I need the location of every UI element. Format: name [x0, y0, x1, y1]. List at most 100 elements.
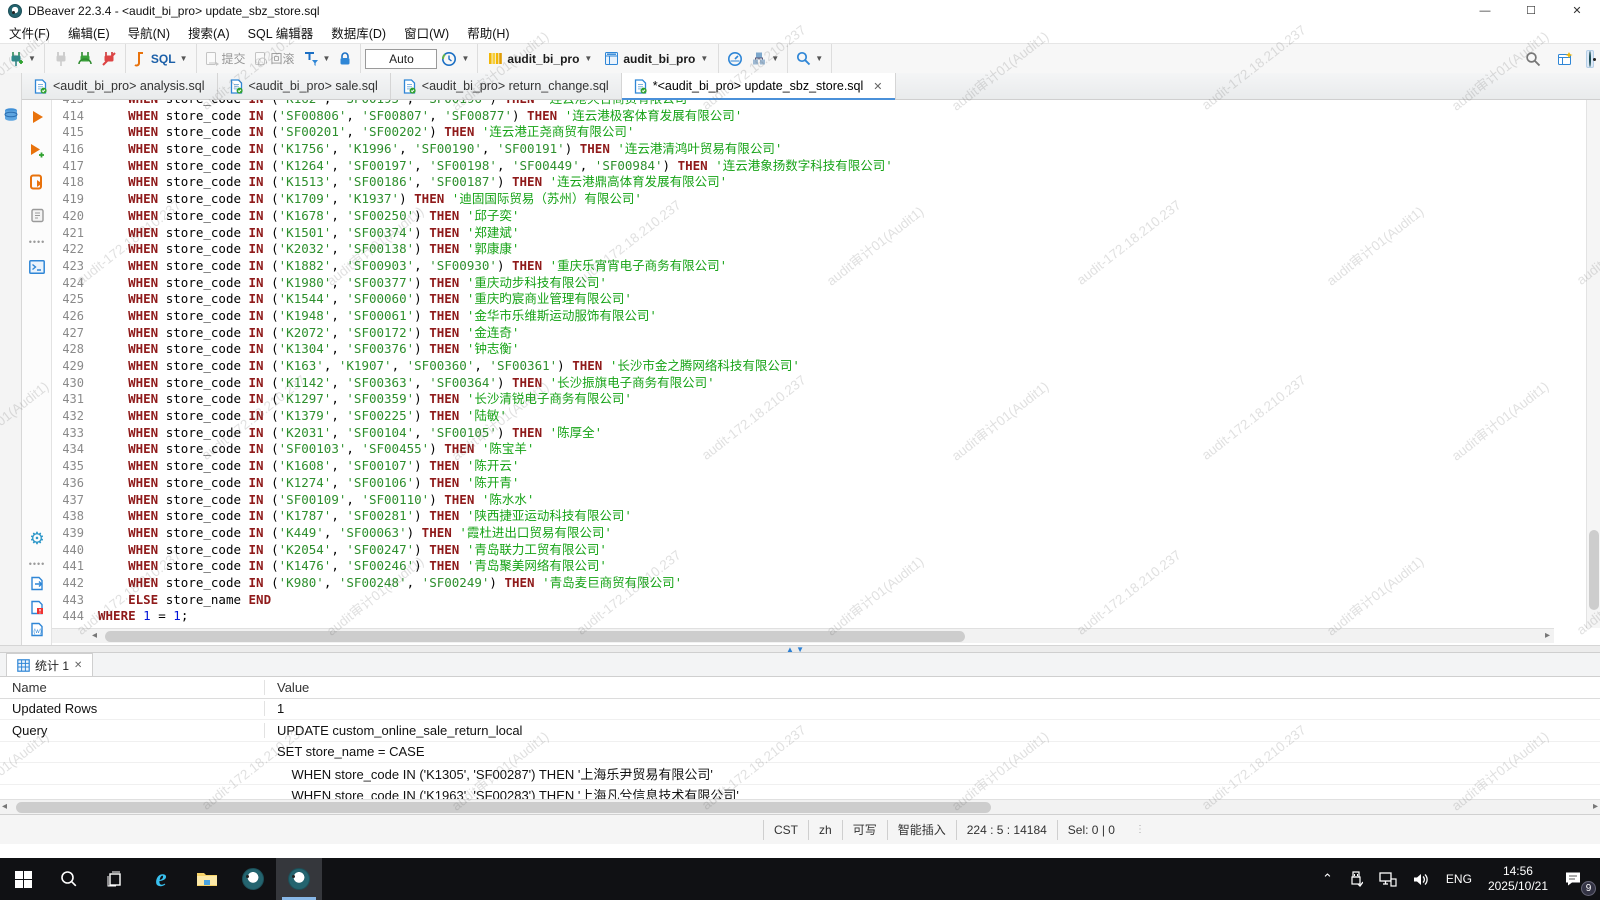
connect-button[interactable] [49, 48, 73, 70]
menu-item[interactable]: 帮助(H) [458, 20, 518, 45]
code-line[interactable]: 416 WHEN store_code IN ('K1756', 'K1996'… [52, 141, 1554, 158]
close-button[interactable]: ✕ [1554, 0, 1600, 21]
menu-item[interactable]: 数据库(D) [322, 20, 395, 45]
execute-script-button[interactable] [28, 173, 46, 191]
code-line[interactable]: 413 WHEN store_code IN ('K162', 'SF00195… [52, 100, 1554, 108]
code-line[interactable]: 420 WHEN store_code IN ('K1678', 'SF0025… [52, 208, 1554, 225]
deploy-icon[interactable]: ▼ [747, 48, 783, 70]
editor-tab[interactable]: <audit_bi_pro> return_change.sql [391, 73, 622, 99]
code-line[interactable]: 433 WHEN store_code IN ('K2031', 'SF0010… [52, 425, 1554, 442]
editor-horizontal-scrollbar[interactable]: ◂ ▸ [52, 628, 1554, 643]
scroll-right-icon[interactable]: ▸ [1545, 630, 1550, 641]
dbeaver-taskbar-icon-active[interactable] [276, 858, 322, 900]
minimize-button[interactable]: — [1462, 0, 1508, 21]
database-selector[interactable]: audit_bi_pro ▼ [598, 49, 714, 68]
clock-date[interactable]: 14:562025/10/21 [1482, 858, 1554, 900]
scroll-left-icon[interactable]: ◂ [92, 630, 97, 641]
notification-center-icon[interactable]: 9 [1558, 858, 1594, 900]
code-line[interactable]: 444WHERE 1 = 1; [52, 608, 1554, 625]
code-line[interactable]: 427 WHEN store_code IN ('K2072', 'SF0017… [52, 325, 1554, 342]
code-line[interactable]: 431 WHEN store_code IN ('K1297', 'SF0035… [52, 391, 1554, 408]
dbeaver-taskbar-icon[interactable] [230, 858, 276, 900]
results-horizontal-scrollbar[interactable]: ◂ ▸ [0, 799, 1600, 814]
code-line[interactable]: 434 WHEN store_code IN ('SF00103', 'SF00… [52, 441, 1554, 458]
scroll-right-icon[interactable]: ▸ [1593, 801, 1598, 812]
maximize-button[interactable]: ☐ [1508, 0, 1554, 21]
disconnect-button[interactable] [97, 48, 121, 70]
code-line[interactable]: 441 WHEN store_code IN ('K1476', 'SF0024… [52, 558, 1554, 575]
code-line[interactable]: 421 WHEN store_code IN ('K1501', 'SF0037… [52, 225, 1554, 242]
language-indicator[interactable]: ENG [1440, 858, 1478, 900]
dashboard-icon[interactable] [723, 48, 747, 70]
network-icon[interactable] [1373, 858, 1403, 900]
start-button[interactable] [0, 858, 46, 900]
code-line[interactable]: 424 WHEN store_code IN ('K1980', 'SF0037… [52, 275, 1554, 292]
statistics-tab[interactable]: 统计 1 ✕ [6, 653, 93, 676]
column-header[interactable]: Value [265, 680, 309, 695]
execute-statement-button[interactable] [28, 108, 46, 126]
table-row[interactable]: Updated Rows1 [0, 699, 1600, 721]
menu-item[interactable]: 导航(N) [119, 20, 179, 45]
dbeaver-perspective-icon[interactable] [1586, 50, 1594, 68]
taskbar-search-icon[interactable] [46, 858, 92, 900]
new-sql-editor-button[interactable]: SQL ▼ [130, 48, 192, 70]
code-line[interactable]: 418 WHEN store_code IN ('K1513', 'SF0018… [52, 174, 1554, 191]
rollback-button[interactable]: 回滚 [250, 47, 299, 70]
file-explorer-icon[interactable] [184, 858, 230, 900]
open-perspective-icon[interactable] [1553, 48, 1578, 70]
code-line[interactable]: 439 WHEN store_code IN ('K449', 'SF00063… [52, 525, 1554, 542]
lock-icon[interactable] [334, 48, 356, 69]
code-line[interactable]: 435 WHEN store_code IN ('K1608', 'SF0010… [52, 458, 1554, 475]
code-line[interactable]: 432 WHEN store_code IN ('K1379', 'SF0022… [52, 408, 1554, 425]
open-console-button[interactable] [28, 258, 46, 276]
menu-item[interactable]: 文件(F) [0, 20, 59, 45]
editor-tab[interactable]: <audit_bi_pro> analysis.sql [22, 73, 218, 99]
code-line[interactable]: 415 WHEN store_code IN ('SF00201', 'SF00… [52, 124, 1554, 141]
quick-access-search-icon[interactable] [1521, 48, 1545, 70]
scroll-left-icon[interactable]: ◂ [2, 801, 7, 812]
close-icon[interactable]: ✕ [74, 660, 82, 671]
connection-selector[interactable]: audit_bi_pro ▼ [482, 49, 598, 68]
save-file-error-icon[interactable] [28, 598, 46, 616]
code-line[interactable]: 443 ELSE store_name END [52, 592, 1554, 609]
menu-item[interactable]: 编辑(E) [59, 20, 119, 45]
code-line[interactable]: 440 WHEN store_code IN ('K2054', 'SF0024… [52, 542, 1554, 559]
menu-item[interactable]: 搜索(A) [179, 20, 239, 45]
column-header[interactable]: Name [0, 680, 265, 695]
editor-settings-gear-icon[interactable]: ⚙ [28, 530, 46, 548]
transaction-log-button[interactable]: ▼ [299, 48, 335, 70]
code-line[interactable]: 430 WHEN store_code IN ('K1142', 'SF0036… [52, 375, 1554, 392]
code-line[interactable]: 442 WHEN store_code IN ('K980', 'SF00248… [52, 575, 1554, 592]
speaker-icon[interactable] [1407, 858, 1436, 900]
close-icon[interactable]: ✕ [873, 80, 882, 93]
usb-icon[interactable] [1343, 858, 1369, 900]
commit-button[interactable]: 提交 [201, 47, 250, 70]
table-row[interactable]: QueryUPDATE custom_online_sale_return_lo… [0, 720, 1600, 742]
code-line[interactable]: 437 WHEN store_code IN ('SF00109', 'SF00… [52, 492, 1554, 509]
internet-explorer-icon[interactable]: e [138, 858, 184, 900]
code-line[interactable]: 425 WHEN store_code IN ('K1544', 'SF0006… [52, 291, 1554, 308]
code-line[interactable]: 414 WHEN store_code IN ('SF00806', 'SF00… [52, 108, 1554, 125]
code-line[interactable]: 438 WHEN store_code IN ('K1787', 'SF0028… [52, 508, 1554, 525]
tray-chevron-up-icon[interactable]: ⌃ [1316, 858, 1339, 900]
menu-item[interactable]: SQL 编辑器 [239, 20, 323, 45]
code-line[interactable]: 422 WHEN store_code IN ('K2032', 'SF0013… [52, 241, 1554, 258]
panel-sash[interactable]: ▲ ▼ [0, 645, 1600, 653]
execute-new-tab-button[interactable] [28, 141, 46, 159]
export-result-icon[interactable] [28, 574, 46, 592]
code-line[interactable]: 429 WHEN store_code IN ('K163', 'K1907',… [52, 358, 1554, 375]
word-wrap-icon[interactable]: (w) [28, 620, 46, 638]
menu-item[interactable]: 窗口(W) [395, 20, 458, 45]
search-button[interactable]: ▼ [792, 48, 827, 69]
database-navigator-icon[interactable] [3, 107, 19, 123]
editor-tab[interactable]: <audit_bi_pro> sale.sql [218, 73, 391, 99]
editor-tab[interactable]: *<audit_bi_pro> update_sbz_store.sql✕ [622, 73, 896, 99]
editor-vertical-scrollbar[interactable] [1586, 100, 1600, 628]
new-connection-button[interactable]: ▼ [4, 48, 40, 70]
code-line[interactable]: 423 WHEN store_code IN ('K1882', 'SF0090… [52, 258, 1554, 275]
code-line[interactable]: 436 WHEN store_code IN ('K1274', 'SF0010… [52, 475, 1554, 492]
task-view-icon[interactable] [92, 858, 138, 900]
code-line[interactable]: 419 WHEN store_code IN ('K1709', 'K1937'… [52, 191, 1554, 208]
reconnect-button[interactable] [73, 48, 97, 70]
transaction-history-button[interactable]: ▼ [437, 48, 473, 70]
